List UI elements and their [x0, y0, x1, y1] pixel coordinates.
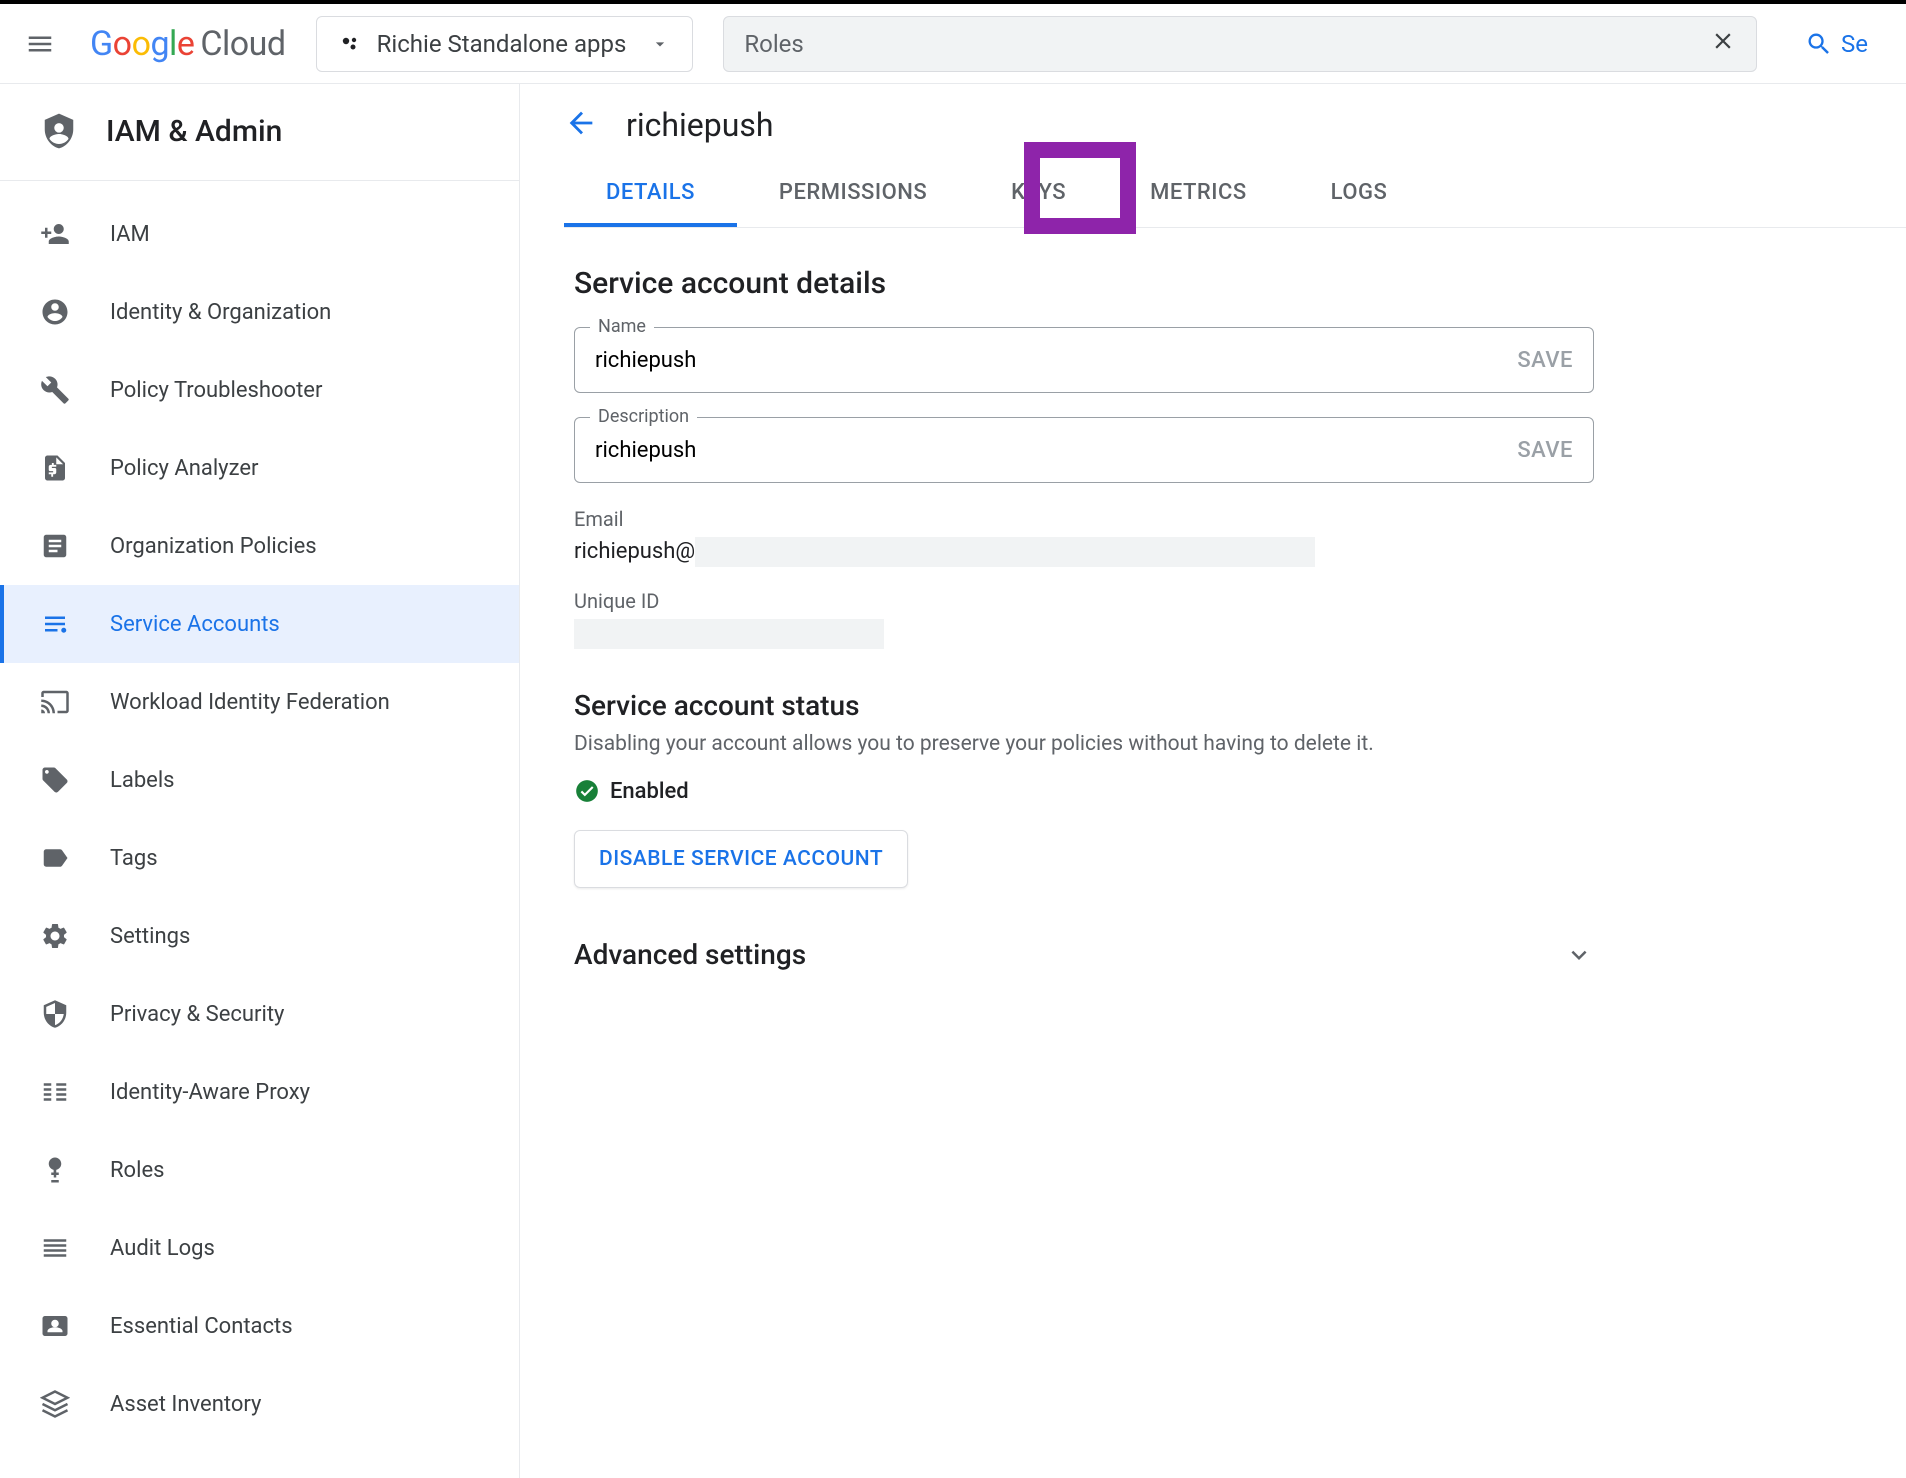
- caret-down-icon: [650, 34, 670, 54]
- sidebar-item-tags[interactable]: Tags: [0, 819, 519, 897]
- sidebar-item-roles[interactable]: Roles: [0, 1131, 519, 1209]
- sidebar-title: IAM & Admin: [0, 112, 519, 180]
- tabs: DETAILS PERMISSIONS KEYS METRICS LOGS: [564, 162, 1906, 228]
- search-button[interactable]: Se: [1787, 30, 1886, 58]
- status-heading: Service account status: [574, 689, 1594, 722]
- status-value: Enabled: [610, 779, 689, 804]
- check-circle-icon: [574, 778, 600, 804]
- sidebar-item-settings[interactable]: Settings: [0, 897, 519, 975]
- description-field-group: Description SAVE: [574, 417, 1594, 483]
- name-field-label: Name: [590, 316, 654, 337]
- sidebar-item-labels[interactable]: Labels: [0, 741, 519, 819]
- tab-details[interactable]: DETAILS: [564, 162, 737, 227]
- search-icon: [1805, 30, 1833, 58]
- project-name: Richie Standalone apps: [377, 30, 627, 58]
- details-heading: Service account details: [574, 266, 1594, 301]
- search-box[interactable]: Roles: [723, 16, 1757, 72]
- advanced-settings-row[interactable]: Advanced settings: [574, 938, 1594, 971]
- sidebar-item-iam[interactable]: IAM: [0, 195, 519, 273]
- chevron-down-icon: [1564, 940, 1594, 970]
- google-cloud-logo[interactable]: Google Cloud: [90, 24, 286, 64]
- sidebar: IAM & Admin IAM Identity & Organization …: [0, 84, 520, 1478]
- tab-metrics[interactable]: METRICS: [1108, 162, 1289, 227]
- back-arrow-icon[interactable]: [564, 106, 598, 144]
- disable-service-account-button[interactable]: DISABLE SERVICE ACCOUNT: [574, 830, 908, 888]
- uniqueid-label: Unique ID: [574, 589, 1594, 613]
- sidebar-item-policy-analyzer[interactable]: Policy Analyzer: [0, 429, 519, 507]
- logo-suffix: Cloud: [200, 24, 285, 64]
- description-save-button[interactable]: SAVE: [1517, 438, 1573, 463]
- description-field-label: Description: [590, 406, 697, 427]
- email-label: Email: [574, 507, 1594, 531]
- search-action-label: Se: [1841, 30, 1868, 58]
- sidebar-item-privacy-security[interactable]: Privacy & Security: [0, 975, 519, 1053]
- name-input[interactable]: [595, 348, 1517, 373]
- name-field-group: Name SAVE: [574, 327, 1594, 393]
- clear-search-icon[interactable]: [1710, 28, 1736, 60]
- hamburger-menu-icon[interactable]: [20, 24, 60, 64]
- uniqueid-value: [574, 619, 1594, 649]
- sidebar-item-essential-contacts[interactable]: Essential Contacts: [0, 1287, 519, 1365]
- page-title: richiepush: [626, 106, 774, 144]
- sidebar-item-policy-troubleshooter[interactable]: Policy Troubleshooter: [0, 351, 519, 429]
- tab-keys[interactable]: KEYS: [969, 162, 1108, 227]
- status-description: Disabling your account allows you to pre…: [574, 732, 1594, 756]
- search-value: Roles: [744, 30, 1696, 58]
- status-row: Enabled: [574, 778, 1594, 804]
- main-content: richiepush DETAILS PERMISSIONS KEYS METR…: [520, 84, 1906, 1478]
- tab-logs[interactable]: LOGS: [1289, 162, 1430, 227]
- sidebar-item-asset-inventory[interactable]: Asset Inventory: [0, 1365, 519, 1443]
- sidebar-item-workload-identity[interactable]: Workload Identity Federation: [0, 663, 519, 741]
- sidebar-item-audit-logs[interactable]: Audit Logs: [0, 1209, 519, 1287]
- description-input[interactable]: [595, 438, 1517, 463]
- uniqueid-redacted: [574, 619, 884, 649]
- iam-admin-icon: [40, 112, 78, 150]
- tab-permissions[interactable]: PERMISSIONS: [737, 162, 969, 227]
- name-save-button[interactable]: SAVE: [1517, 348, 1573, 373]
- sidebar-item-org-policies[interactable]: Organization Policies: [0, 507, 519, 585]
- advanced-settings-heading: Advanced settings: [574, 938, 806, 971]
- top-header: Google Cloud Richie Standalone apps Role…: [0, 4, 1906, 84]
- email-redacted: [695, 537, 1315, 567]
- email-value: richiepush@: [574, 537, 1594, 567]
- sidebar-item-service-accounts[interactable]: Service Accounts: [0, 585, 519, 663]
- sidebar-item-iap[interactable]: Identity-Aware Proxy: [0, 1053, 519, 1131]
- sidebar-item-identity-org[interactable]: Identity & Organization: [0, 273, 519, 351]
- project-icon: [339, 32, 363, 56]
- project-selector[interactable]: Richie Standalone apps: [316, 16, 694, 72]
